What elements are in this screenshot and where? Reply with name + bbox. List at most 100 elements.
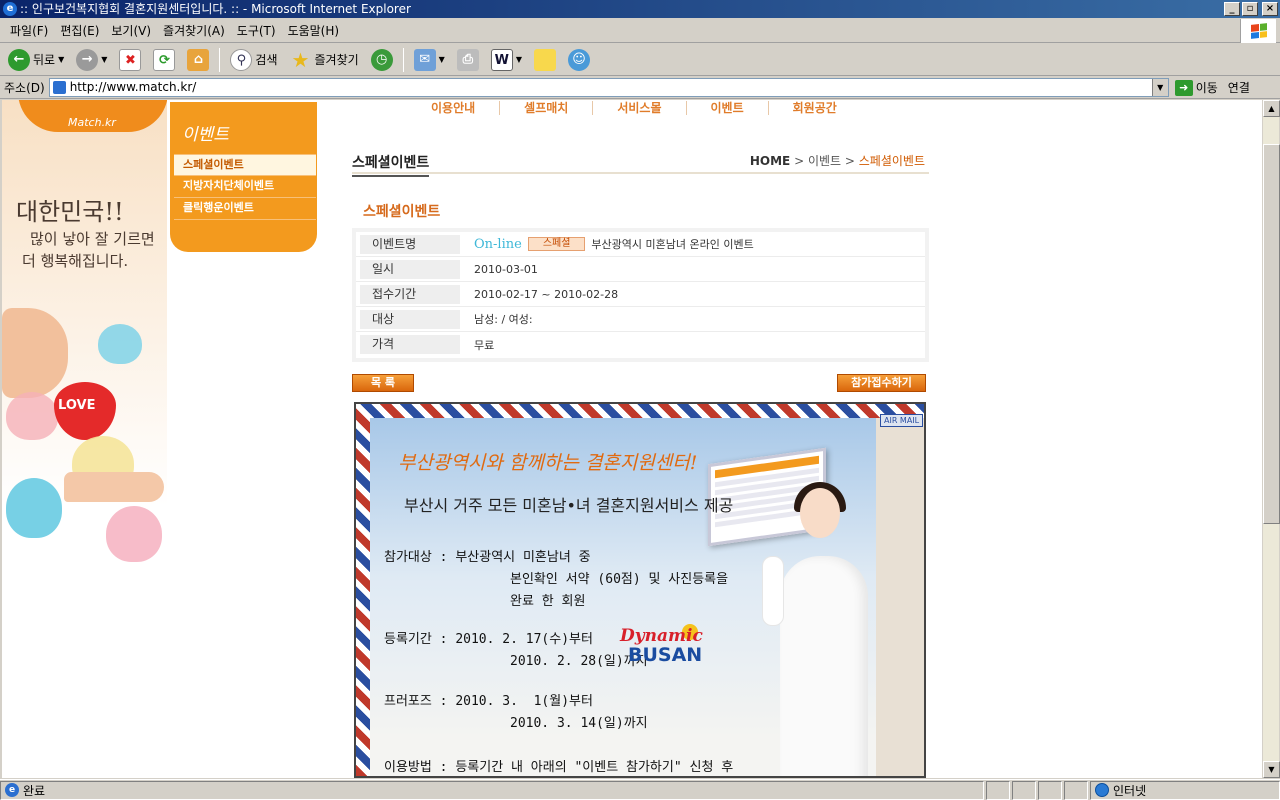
address-label: 주소(D) <box>4 81 45 95</box>
word-icon: W <box>490 48 513 71</box>
top-nav: 이용안내 셀프매치 서비스몰 이벤트 회원공간 <box>407 101 861 115</box>
menu-help[interactable]: 도움말(H) <box>282 20 346 42</box>
menu-favorites[interactable]: 즐겨찾기(A) <box>157 20 231 42</box>
scroll-thumb[interactable] <box>1263 144 1280 524</box>
stop-icon: ✖ <box>119 48 142 71</box>
breadcrumb-home[interactable]: HOME <box>750 154 790 168</box>
vertical-scrollbar[interactable]: ▲ ▼ <box>1262 100 1280 778</box>
history-button[interactable]: ◷ <box>367 47 397 73</box>
forward-dropdown-icon[interactable]: ▼ <box>101 55 107 64</box>
search-label: 검색 <box>255 53 278 67</box>
topnav-event[interactable]: 이벤트 <box>687 101 769 115</box>
print-button[interactable]: ⎙ <box>453 47 483 73</box>
back-button[interactable]: ← 뒤로 ▼ <box>4 47 68 73</box>
go-arrow-icon: ➜ <box>1174 79 1193 96</box>
back-dropdown-icon[interactable]: ▼ <box>58 55 64 64</box>
poster-line: 이용방법 : 등록기간 내 아래의 "이벤트 참가하기" 신청 후 <box>384 760 734 775</box>
subnav-item-special[interactable]: 스페셜이벤트 <box>174 154 316 176</box>
forward-arrow-icon: → <box>76 48 99 71</box>
scroll-down-button[interactable]: ▼ <box>1263 761 1280 778</box>
stop-button[interactable]: ✖ <box>115 47 145 73</box>
info-row-date: 일시 2010-03-01 <box>356 257 925 282</box>
slogan-line2: 많이 낳아 잘 기르면 <box>30 230 155 248</box>
links-button[interactable]: 연결 <box>1228 79 1250 96</box>
go-button[interactable]: ➜ 이동 <box>1174 79 1218 96</box>
topnav-guide[interactable]: 이용안내 <box>407 101 501 115</box>
scroll-up-button[interactable]: ▲ <box>1263 100 1280 117</box>
topnav-servicemall[interactable]: 서비스몰 <box>593 101 687 115</box>
poster-line: 참가대상 : 부산광역시 미혼남녀 중 <box>384 550 591 565</box>
info-value: 남성: / 여성: <box>474 313 533 326</box>
heart-icon <box>98 324 142 364</box>
breadcrumb-event[interactable]: 이벤트 <box>808 154 841 168</box>
mail-dropdown-icon[interactable]: ▼ <box>439 55 445 64</box>
promo-sidebar: Match.kr 대한민국!! 많이 낳아 잘 기르면 더 행복해집니다. LO… <box>2 100 167 778</box>
close-button[interactable]: × <box>1262 2 1278 16</box>
ie-icon: e <box>3 2 17 16</box>
subnav-item-lucky[interactable]: 클릭행운이벤트 <box>174 198 316 220</box>
topnav-members[interactable]: 회원공간 <box>769 101 861 115</box>
back-label: 뒤로 <box>33 53 56 67</box>
bride-photo <box>762 476 878 776</box>
topnav-selfmatch[interactable]: 셀프매치 <box>500 101 594 115</box>
forward-button[interactable]: → ▼ <box>72 47 111 73</box>
favorites-button[interactable]: ★ 즐겨찾기 <box>286 47 363 73</box>
toolbar-separator <box>402 47 404 72</box>
edit-dropdown-icon[interactable]: ▼ <box>516 55 522 64</box>
windows-flag-icon <box>1250 23 1267 39</box>
page-header: 스페셜이벤트 HOME > 이벤트 > 스페셜이벤트 <box>352 150 929 177</box>
info-row-period: 접수기간 2010-02-17 ~ 2010-02-28 <box>356 282 925 307</box>
heart-icon <box>106 506 162 562</box>
event-info-box: 이벤트명 On-line 스페셜 부산광역시 미혼남녀 온라인 이벤트 일시 2… <box>352 228 929 362</box>
poster-title: 부산광역시와 함께하는 결혼지원센터! <box>398 452 698 474</box>
address-input[interactable]: http://www.match.kr/ ▼ <box>48 78 1169 97</box>
discuss-button[interactable] <box>530 47 560 73</box>
search-icon: ⚲ <box>230 48 253 71</box>
love-label: LOVE <box>58 398 96 413</box>
menu-view[interactable]: 보기(V) <box>105 20 157 42</box>
page-icon <box>52 81 66 94</box>
busan-logo-text: BUSAN <box>628 644 703 666</box>
minimize-button[interactable]: _ <box>1224 2 1240 16</box>
info-row-target: 대상 남성: / 여성: <box>356 307 925 332</box>
home-icon: ⌂ <box>187 48 210 71</box>
list-button[interactable]: 목 록 <box>352 374 414 392</box>
edit-button[interactable]: W ▼ <box>487 47 526 73</box>
security-zone[interactable]: 인터넷 <box>1090 780 1280 800</box>
address-dropdown-icon[interactable]: ▼ <box>1151 79 1168 96</box>
breadcrumb-separator: > <box>790 154 808 168</box>
menu-bar: 파일(F) 편집(E) 보기(V) 즐겨찾기(A) 도구(T) 도움말(H) <box>0 19 1280 43</box>
window-controls: _ ▫ × <box>1224 2 1278 16</box>
page-viewport: Match.kr 대한민국!! 많이 낳아 잘 기르면 더 행복해집니다. LO… <box>2 100 1262 778</box>
search-button[interactable]: ⚲ 검색 <box>226 47 281 73</box>
status-cell <box>1038 780 1062 800</box>
event-subnav: 이벤트 스페셜이벤트 지방자치단체이벤트 클릭행운이벤트 <box>170 102 317 252</box>
hand-illustration <box>2 308 68 398</box>
info-row-name: 이벤트명 On-line 스페셜 부산광역시 미혼남녀 온라인 이벤트 <box>356 232 925 257</box>
event-name: 부산광역시 미혼남녀 온라인 이벤트 <box>591 238 754 251</box>
menu-tools[interactable]: 도구(T) <box>231 20 282 42</box>
maximize-button[interactable]: ▫ <box>1242 2 1258 16</box>
info-value: 2010-02-17 ~ 2010-02-28 <box>474 287 619 301</box>
poster-side-panel <box>876 418 924 776</box>
home-button[interactable]: ⌂ <box>183 47 213 73</box>
join-button[interactable]: 참가접수하기 <box>837 374 926 392</box>
zone-text: 인터넷 <box>1113 783 1147 798</box>
messenger-button[interactable]: ☺ <box>564 47 594 73</box>
special-tag: 스페셜 <box>527 237 586 251</box>
info-label: 접수기간 <box>360 284 460 304</box>
standard-toolbar: ← 뒤로 ▼ → ▼ ✖ ⟳ ⌂ ⚲ 검색 ★ 즐겨찾기 ◷ ✉ ▼ ⎙ W ▼… <box>0 44 1280 76</box>
poster-line: 본인확인 서약 (60점) 및 사진등록을 <box>510 572 729 587</box>
info-value: 2010-03-01 <box>474 262 538 276</box>
menu-edit[interactable]: 편집(E) <box>54 20 105 42</box>
subnav-list: 스페셜이벤트 지방자치단체이벤트 클릭행운이벤트 <box>174 154 316 220</box>
heart-icon <box>6 392 58 440</box>
dynamic-logo-text: Dynamic <box>620 626 703 646</box>
toolbar-separator <box>219 47 221 72</box>
subnav-item-local[interactable]: 지방자치단체이벤트 <box>174 176 316 198</box>
refresh-button[interactable]: ⟳ <box>149 47 179 73</box>
status-cell <box>986 780 1010 800</box>
menu-file[interactable]: 파일(F) <box>4 20 54 42</box>
subnav-title: 이벤트 <box>182 125 229 145</box>
mail-button[interactable]: ✉ ▼ <box>410 47 449 73</box>
